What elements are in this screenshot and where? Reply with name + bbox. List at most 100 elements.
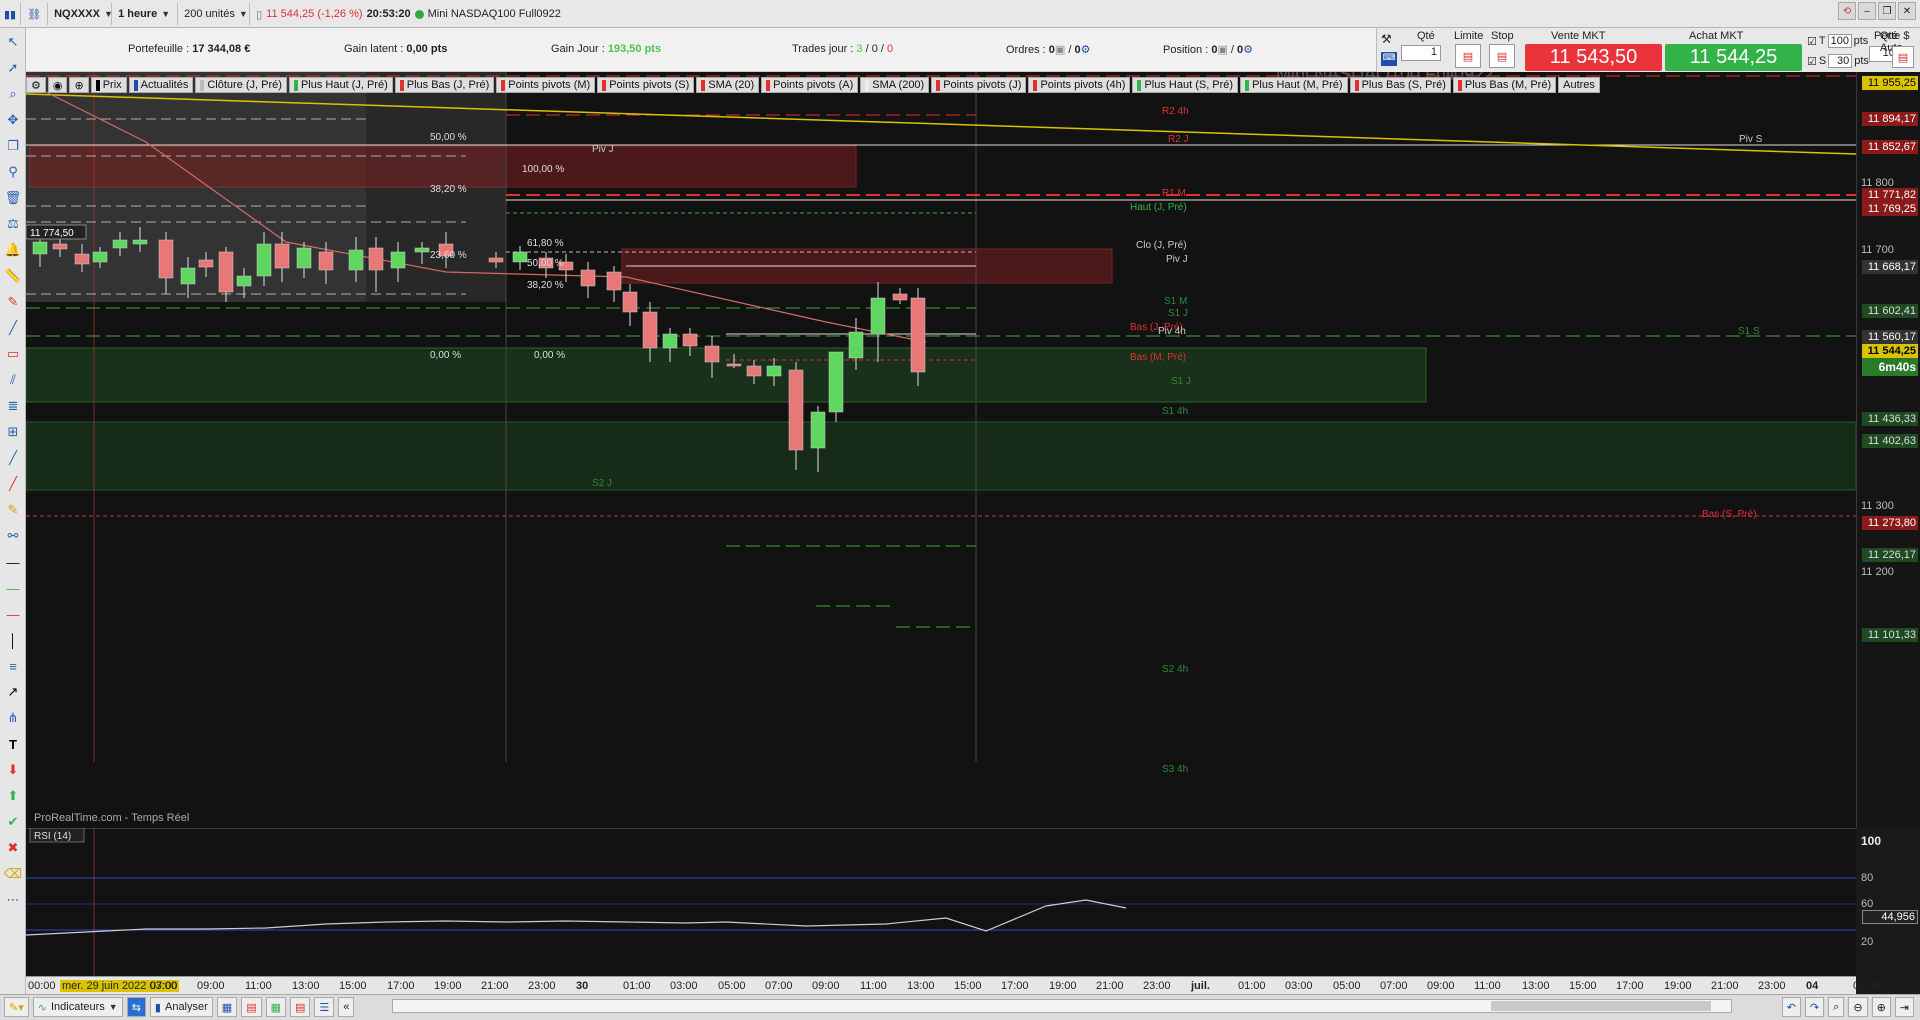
share-button[interactable]: ⇆ [126,997,146,1017]
minimize-icon[interactable]: – [1858,2,1876,20]
redo-icon[interactable]: ↷ [1804,997,1825,1017]
scale-icon[interactable]: ⚖ [1,212,25,236]
rsi-panel[interactable]: RSI (14) [26,828,1856,976]
tab-indicator[interactable]: Points pivots (4h) [1028,77,1131,93]
report-icon[interactable]: ▤ [290,997,311,1017]
tab-indicator[interactable]: Points pivots (A) [761,77,859,93]
cross-icon[interactable]: ✖ [1,836,25,860]
price-chart[interactable]: Mini NASDAQ100 Full0922 R2 4h R2 J Piv S… [26,72,1856,828]
price-axis[interactable]: 11 955,25 11 894,17 11 852,67 11 800 11 … [1856,72,1920,948]
tab-indicator[interactable]: Autres [1558,77,1600,93]
tab-indicator[interactable]: Plus Haut (S, Pré) [1132,77,1239,93]
target-checkbox[interactable]: ☑ T 100 pts [1807,34,1868,48]
arrow-icon[interactable]: ↗ [1,680,25,704]
orders-icon[interactable]: ▣ [1055,44,1065,56]
tab-indicator[interactable]: Plus Haut (M, Pré) [1240,77,1348,93]
list-icon[interactable]: ☰ [314,997,335,1017]
brush-icon[interactable]: ✎▾ [4,997,29,1017]
green-line-icon[interactable]: — [1,576,25,600]
zoom-out-icon[interactable]: ⊖ [1848,997,1868,1017]
tab-indicator[interactable]: Points pivots (M) [496,77,596,93]
close-icon[interactable]: ✕ [1898,2,1916,20]
rectangle-icon[interactable]: ▭ [1,342,25,366]
tab-label: Points pivots (J) [943,79,1022,91]
trash-icon[interactable]: 🗑 [1,186,25,210]
ruler-icon[interactable]: 📏 [1,264,25,288]
red-hline-icon[interactable]: — [1,602,25,626]
settings-icon[interactable]: ⚙ [1081,44,1091,56]
down-arrow-icon[interactable]: ⬇ [1,758,25,782]
color-swatch-icon [1457,79,1462,91]
zoom-icon[interactable]: ⌕ [1,82,25,106]
table-icon[interactable]: ▤ [241,997,262,1017]
tools-icon[interactable]: ⚒ [1381,32,1397,48]
vertical-line-icon[interactable]: │ [1,628,25,652]
symbol-selector[interactable]: NQXXXX ▼ [48,3,113,25]
tab-hide[interactable]: ◉ [47,77,68,93]
node-icon[interactable]: ⚯ [1,524,25,548]
tab-indicator[interactable]: Plus Haut (J, Pré) [288,77,393,93]
tab-indicator[interactable]: Plus Bas (J, Pré) [394,77,495,93]
restore-icon[interactable]: ❐ [1878,2,1896,20]
pointer-icon[interactable]: ↖ [1,30,25,54]
move-icon[interactable]: ✥ [1,108,25,132]
pencil-icon[interactable]: ✎ [1,290,25,314]
layout-icon[interactable]: ▦ [216,997,238,1017]
tab-indicator[interactable]: Points pivots (J) [931,77,1027,93]
channel-icon[interactable]: ⫽ [1,368,25,392]
magnet-icon[interactable]: ⚲ [1,160,25,184]
tab-indicator[interactable]: Plus Bas (S, Pré) [1349,77,1451,93]
zoom-fit-icon[interactable]: ⌕ [1828,997,1845,1017]
go-last-icon[interactable]: ⇥ [1894,997,1914,1017]
stop-order-button[interactable]: ▤ [1489,44,1515,68]
time-axis[interactable]: 00:00 mer. 29 juin 2022 03:00 07:00 09:00 11… [26,976,1881,994]
tab-indicator[interactable]: Prix [90,77,127,93]
analyze-button[interactable]: ▮ Analyser [149,997,213,1017]
zoom-in-icon[interactable]: ⊕ [1871,997,1891,1017]
tab-indicator[interactable]: Actualités [128,77,194,93]
tab-add[interactable]: ⊕ [69,77,89,93]
tab-indicator[interactable]: Plus Bas (M, Pré) [1452,77,1557,93]
eraser-icon[interactable]: ⌫ [1,862,25,886]
brush-icon[interactable]: ✎ [1,498,25,522]
qty-auto-button[interactable]: ▤ [1892,46,1914,68]
tab-settings[interactable]: ⚙ [26,77,46,93]
tab-indicator[interactable]: Clôture (J, Pré) [195,77,287,93]
units-selector[interactable]: 200 unités ▼ [178,3,251,25]
buy-market-button[interactable]: 11 544,25 [1665,44,1802,71]
copy-icon[interactable]: ❐ [1,134,25,158]
tab-indicator[interactable]: SMA (200) [860,77,930,93]
stop-checkbox[interactable]: ☑ S 30 pts [1807,54,1869,68]
horizontal-line-icon[interactable]: — [1,550,25,574]
connect-icon[interactable]: ⟲ [1838,2,1856,20]
grid-icon[interactable]: ▦ [265,997,286,1017]
collapse-icon[interactable]: « [338,997,355,1017]
fibonacci-icon[interactable]: ≣ [1,394,25,418]
alert-icon[interactable]: 🔔 [1,238,25,262]
up-arrow-icon[interactable]: ⬆ [1,784,25,808]
position-icon[interactable]: ▣ [1217,44,1227,56]
fib-lines-icon[interactable]: ≡ [1,654,25,678]
cursor-icon[interactable]: ➚ [1,56,25,80]
check-icon[interactable]: ✔ [1,810,25,834]
scroll-thumb[interactable] [1491,1001,1711,1011]
sell-market-button[interactable]: 11 543,50 [1525,44,1662,71]
text-icon[interactable]: T [1,732,25,756]
indicators-button[interactable]: ∿ Indicateurs ▼ [32,997,123,1017]
qty-input[interactable]: 1 [1401,45,1441,61]
limit-order-button[interactable]: ▤ [1455,44,1481,68]
pitchfork-icon[interactable]: ⋔ [1,706,25,730]
undo-icon[interactable]: ↶ [1781,997,1801,1017]
tab-indicator[interactable]: SMA (20) [696,77,760,93]
red-line-icon[interactable]: ╱ [1,472,25,496]
line-tool-icon[interactable]: ╱ [1,316,25,340]
link-icon[interactable]: ⛓ [21,3,49,25]
chart-scrollbar[interactable] [392,999,1732,1013]
gann-icon[interactable]: ⊞ [1,420,25,444]
more-tools-icon[interactable]: ⋯ [1,888,25,912]
tab-indicator[interactable]: Points pivots (S) [597,77,695,93]
trendline-icon[interactable]: ╱ [1,446,25,470]
keyboard-icon[interactable]: ⌨ [1381,52,1397,66]
settings-icon[interactable]: ⚙ [1243,44,1253,56]
timeframe-selector[interactable]: 1 heure ▼ [112,3,179,25]
